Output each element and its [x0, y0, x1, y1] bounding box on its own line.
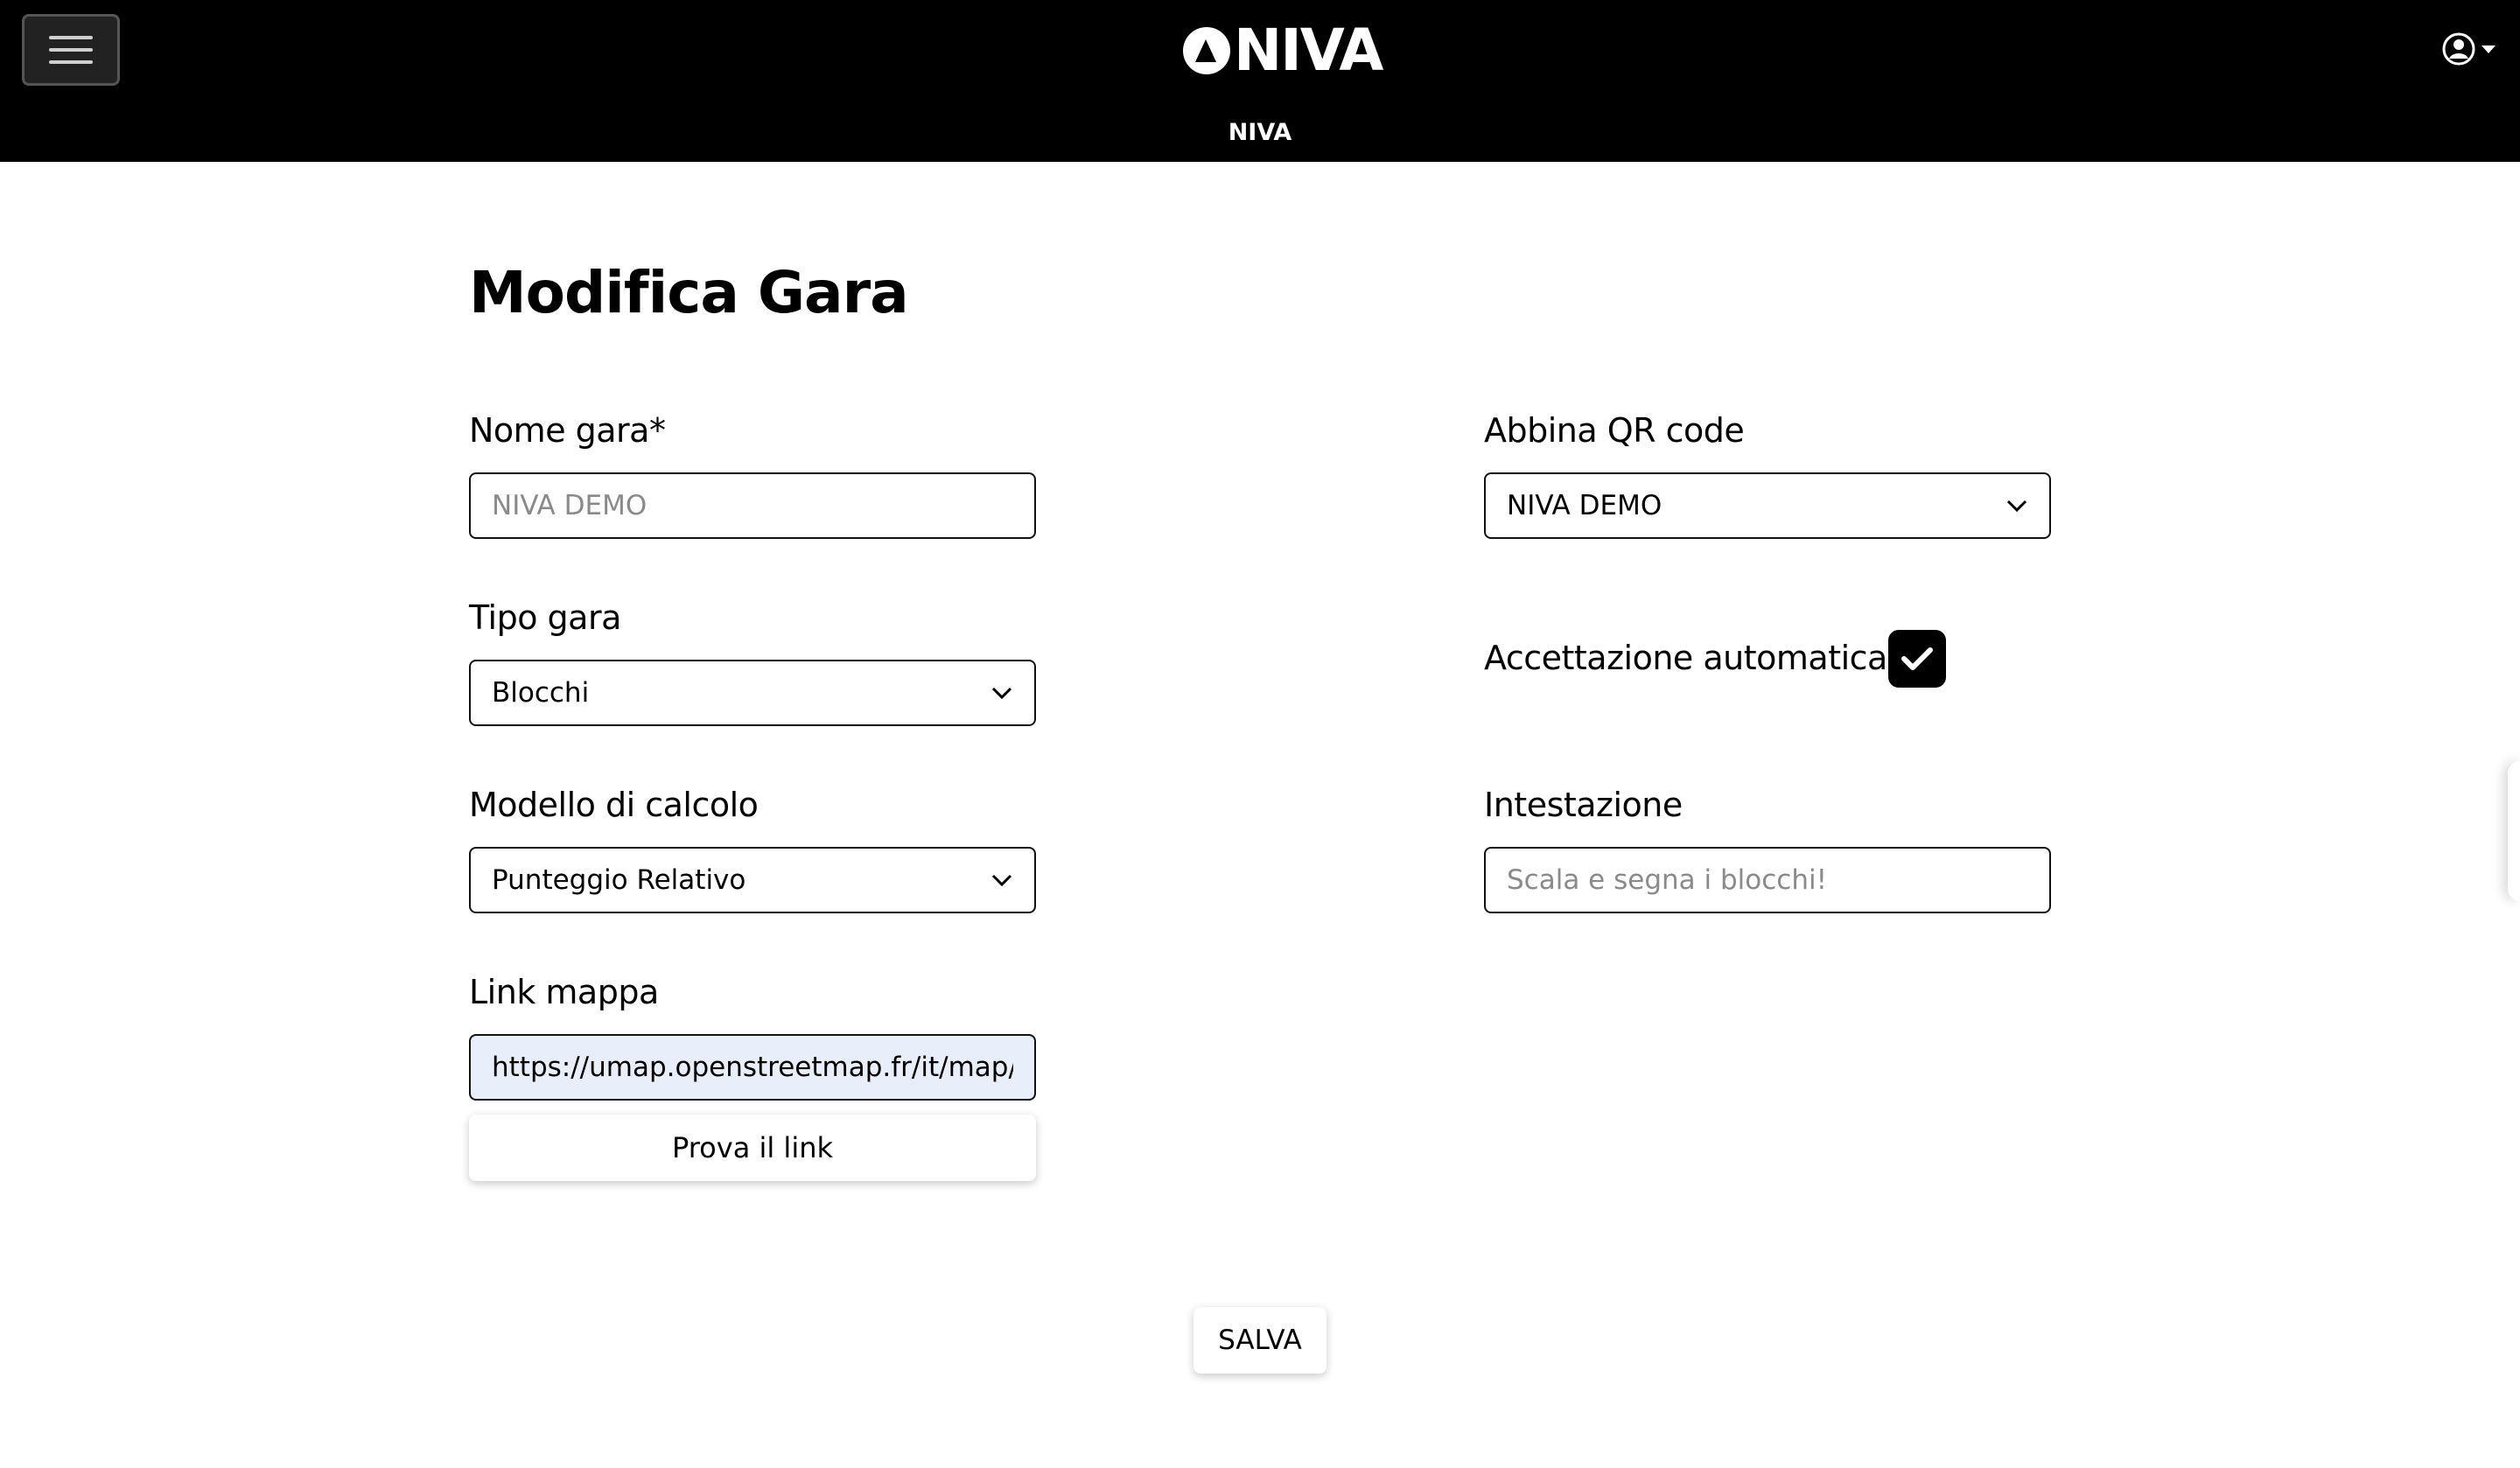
tipo-gara-value: Blocchi: [492, 677, 590, 709]
chevron-down-icon: [2006, 500, 2027, 513]
intestazione-input[interactable]: [1484, 847, 2051, 913]
accettazione-automatica-label: Accettazione automatica: [1484, 639, 1887, 677]
hamburger-icon: [49, 60, 93, 64]
abbina-qr-select[interactable]: NIVA DEMO: [1484, 472, 2051, 539]
top-navbar: NIVA NIVA: [0, 0, 2520, 162]
niva-logo[interactable]: NIVA: [1183, 17, 1383, 84]
prova-link-button[interactable]: Prova il link: [469, 1115, 1036, 1181]
modello-calcolo-label: Modello di calcolo: [469, 786, 759, 824]
user-menu-button[interactable]: [2441, 31, 2496, 66]
nome-gara-label: Nome gara*: [469, 411, 666, 450]
chevron-down-icon: [991, 687, 1012, 700]
user-circle-icon: [2442, 32, 2475, 66]
hamburger-icon: [49, 36, 93, 39]
tipo-gara-select[interactable]: Blocchi: [469, 660, 1036, 726]
page-title: Modifica Gara: [469, 259, 909, 326]
save-button[interactable]: SALVA: [1194, 1307, 1326, 1374]
chevron-down-icon: [991, 874, 1012, 887]
hamburger-menu-button[interactable]: [22, 14, 120, 86]
logo-text: NIVA: [1234, 17, 1383, 84]
tipo-gara-label: Tipo gara: [469, 598, 621, 637]
link-mappa-input[interactable]: [469, 1034, 1036, 1101]
hamburger-icon: [49, 48, 93, 52]
brand-label: NIVA: [1228, 119, 1292, 146]
chevron-down-icon: [2482, 45, 2496, 53]
intestazione-label: Intestazione: [1484, 786, 1683, 824]
modello-calcolo-value: Punteggio Relativo: [492, 864, 746, 896]
nome-gara-input[interactable]: [469, 472, 1036, 539]
link-mappa-label: Link mappa: [469, 973, 659, 1011]
checkmark-icon: [1901, 647, 1933, 670]
abbina-qr-value: NIVA DEMO: [1507, 490, 1662, 521]
abbina-qr-label: Abbina QR code: [1484, 411, 1745, 450]
logo-mark-icon: [1183, 27, 1230, 74]
side-panel-edge[interactable]: [2508, 761, 2520, 901]
accettazione-automatica-checkbox[interactable]: [1888, 630, 1946, 688]
modello-calcolo-select[interactable]: Punteggio Relativo: [469, 847, 1036, 913]
